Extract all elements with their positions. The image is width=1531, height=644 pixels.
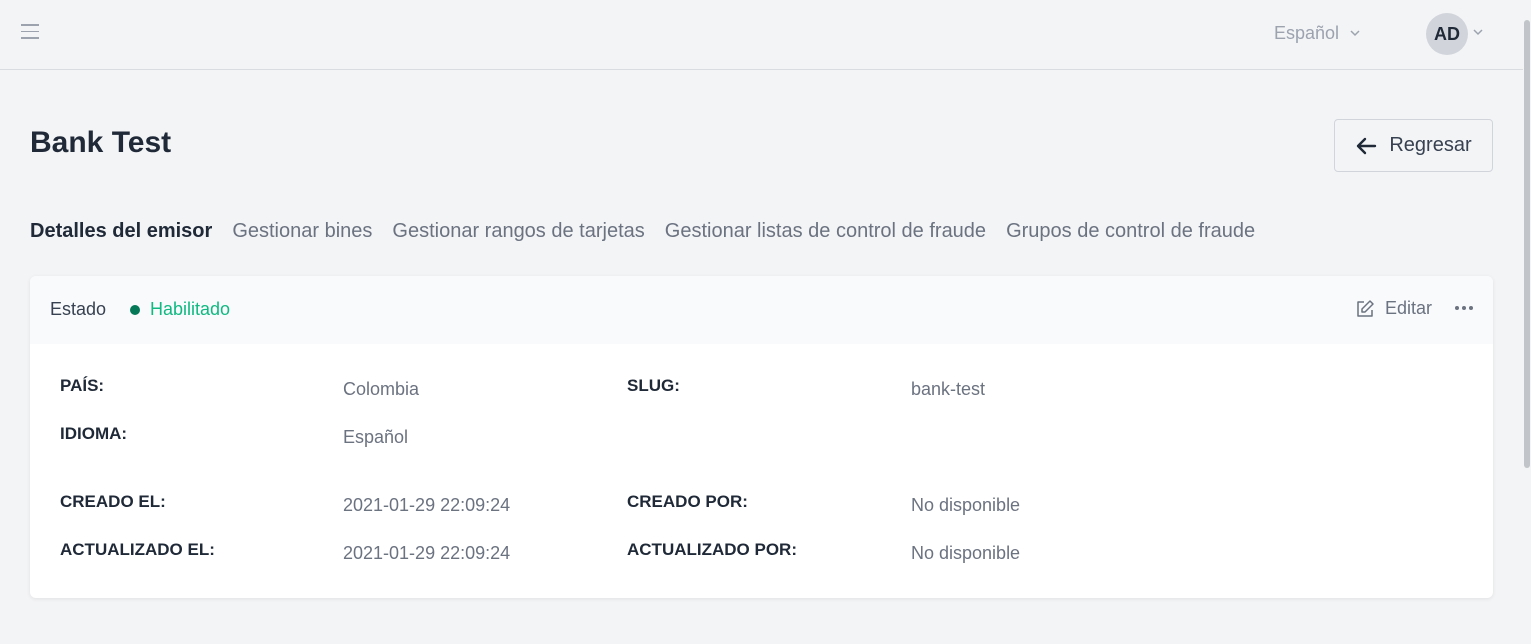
tab-manage-card-ranges[interactable]: Gestionar rangos de tarjetas <box>392 220 644 243</box>
top-bar: Español AD <box>0 0 1523 70</box>
card-header: Estado Habilitado Editar <box>30 276 1493 344</box>
country-value: Colombia <box>343 379 420 399</box>
tab-manage-fraud-lists[interactable]: Gestionar listas de control de fraude <box>665 220 986 243</box>
language-field-label: IDIOMA: <box>60 424 128 443</box>
back-button[interactable]: Regresar <box>1334 119 1493 172</box>
tab-fraud-groups[interactable]: Grupos de control de fraude <box>1006 220 1255 243</box>
user-menu[interactable]: AD <box>1426 13 1484 55</box>
updated-by-label: ACTUALIZADO POR: <box>627 540 797 559</box>
scrollbar[interactable] <box>1523 0 1531 644</box>
status-value: Habilitado <box>150 299 231 319</box>
scrollbar-thumb[interactable] <box>1524 20 1530 468</box>
updated-at-label: ACTUALIZADO EL: <box>60 540 215 559</box>
slug-value: bank-test <box>911 379 986 399</box>
created-at-value: 2021-01-29 22:09:24 <box>343 495 511 515</box>
language-selector[interactable]: Español <box>1274 21 1361 45</box>
edit-label: Editar <box>1385 298 1433 318</box>
status-label: Estado <box>50 299 107 319</box>
created-at-label: CREADO EL: <box>60 492 166 511</box>
created-by-label: CREADO POR: <box>627 492 748 511</box>
edit-icon <box>1357 299 1374 317</box>
issuer-details-card: Estado Habilitado Editar PAÍS: Colombia … <box>30 276 1493 598</box>
created-by-value: No disponible <box>911 495 1021 515</box>
hamburger-icon[interactable] <box>21 24 39 40</box>
slug-label: SLUG: <box>627 376 680 395</box>
edit-button[interactable]: Editar <box>1355 298 1432 319</box>
tab-issuer-details[interactable]: Detalles del emisor <box>30 220 212 243</box>
arrow-left-icon <box>1357 137 1377 154</box>
tab-bar: Detalles del emisor Gestionar bines Gest… <box>30 220 1255 243</box>
status-badge: Habilitado <box>130 299 230 320</box>
chevron-down-icon <box>1350 30 1360 37</box>
updated-at-value: 2021-01-29 22:09:24 <box>343 543 511 563</box>
more-horizontal-icon[interactable] <box>1454 300 1474 316</box>
language-field-value: Español <box>343 427 409 447</box>
avatar: AD <box>1426 13 1468 55</box>
language-label: Español <box>1274 22 1340 43</box>
updated-by-value: No disponible <box>911 543 1021 563</box>
chevron-down-icon <box>1473 29 1483 36</box>
tab-manage-bins[interactable]: Gestionar bines <box>232 220 372 243</box>
country-label: PAÍS: <box>60 376 105 395</box>
page-title: Bank Test <box>30 126 172 159</box>
back-label: Regresar <box>1389 134 1472 156</box>
status-dot <box>130 304 140 315</box>
